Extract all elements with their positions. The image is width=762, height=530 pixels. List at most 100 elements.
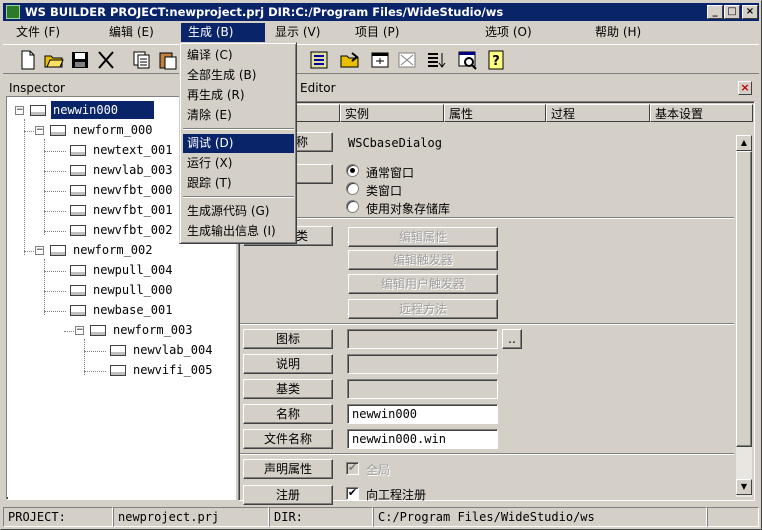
svg-text:?: ? xyxy=(492,54,500,69)
minimize-button[interactable]: _ xyxy=(707,5,723,19)
copy-icon[interactable] xyxy=(131,49,153,71)
button-node-icon xyxy=(70,185,86,196)
preview-icon[interactable] xyxy=(457,49,479,71)
edit-triggers-button[interactable]: 编辑触发器 xyxy=(348,250,498,270)
help-icon[interactable]: ? xyxy=(485,49,507,71)
form-node-icon xyxy=(90,325,106,336)
title-bar: WS BUILDER PROJECT:newproject.prj DIR:C:… xyxy=(3,3,759,21)
menu-project[interactable]: 项目 (P) xyxy=(348,23,406,42)
collapse-toggle[interactable]: − xyxy=(75,326,84,335)
gear-settings-icon[interactable] xyxy=(308,49,330,71)
menu-options[interactable]: 选项 (O) xyxy=(478,23,539,42)
scroll-up-icon[interactable]: ▲ xyxy=(736,135,752,151)
input-node-icon xyxy=(110,365,126,376)
status-project-label: PROJECT: xyxy=(3,507,113,527)
tab-instance[interactable]: 实例 xyxy=(340,104,444,122)
scroll-thumb[interactable] xyxy=(736,151,752,447)
window-add-icon[interactable] xyxy=(369,49,391,71)
tree-node-newtext_001[interactable]: newtext_001 xyxy=(93,141,172,159)
edit-user-triggers-button[interactable]: 编辑用户触发器 xyxy=(348,274,498,294)
menu-help[interactable]: 帮助 (H) xyxy=(588,23,648,42)
new-file-icon[interactable] xyxy=(17,49,39,71)
status-extra xyxy=(707,507,759,527)
toolbar: ? xyxy=(3,44,759,74)
register-project-checkbox[interactable]: ✔ xyxy=(346,487,359,500)
cut-icon[interactable] xyxy=(95,49,117,71)
filename-label-button[interactable]: 文件名称 xyxy=(243,429,333,449)
status-dir-value: C:/Program Files/WideStudio/ws xyxy=(373,507,707,527)
register-project-label: 向工程注册 xyxy=(366,488,427,502)
text-node-icon xyxy=(70,145,86,156)
menu-item-compile[interactable]: 编译 (C) xyxy=(183,46,294,65)
base-class-field[interactable] xyxy=(347,379,498,399)
label-node-icon xyxy=(70,165,86,176)
edit-attributes-button[interactable]: 编辑属性 xyxy=(348,227,498,247)
inspector-title: Inspector xyxy=(9,81,65,95)
save-icon[interactable] xyxy=(69,49,91,71)
open-folder-icon[interactable] xyxy=(43,49,65,71)
menu-item-run[interactable]: 运行 (X) xyxy=(183,154,294,173)
tree-node-newvlab_003[interactable]: newvlab_003 xyxy=(93,161,172,179)
radio-normal-window[interactable] xyxy=(346,164,359,177)
collapse-toggle[interactable]: − xyxy=(35,126,44,135)
close-button[interactable]: × xyxy=(742,5,758,19)
maximize-button[interactable]: □ xyxy=(724,5,740,19)
declare-attributes-button[interactable]: 声明属性 xyxy=(243,459,333,479)
tree-node-newvifi_005[interactable]: newvifi_005 xyxy=(133,361,212,379)
tree-node-newform_002[interactable]: newform_002 xyxy=(73,241,152,259)
menu-item-clean[interactable]: 清除 (E) xyxy=(183,106,294,125)
tree-node-newbase_001[interactable]: newbase_001 xyxy=(93,301,172,319)
filename-field[interactable]: newwin000.win xyxy=(347,429,498,449)
list-sort-icon[interactable] xyxy=(425,49,447,71)
tree-node-newvlab_004[interactable]: newvlab_004 xyxy=(133,341,212,359)
description-field[interactable] xyxy=(347,354,498,374)
description-label-button[interactable]: 说明 xyxy=(243,354,333,374)
radio-object-repository[interactable] xyxy=(346,200,359,213)
menu-item-debug[interactable]: 调试 (D) xyxy=(183,134,294,153)
tree-node-newvfbt_002[interactable]: newvfbt_002 xyxy=(93,221,172,239)
icon-label-button[interactable]: 图标 xyxy=(243,329,333,349)
collapse-toggle[interactable]: − xyxy=(35,246,44,255)
button-node-icon xyxy=(70,205,86,216)
tree-node-newform_000[interactable]: newform_000 xyxy=(73,121,152,139)
register-button[interactable]: 注册 xyxy=(243,485,333,505)
menu-file[interactable]: 文件 (F) xyxy=(9,23,67,42)
icon-field[interactable] xyxy=(347,329,498,349)
tree-node-newvfbt_001[interactable]: newvfbt_001 xyxy=(93,201,172,219)
menu-item-trace[interactable]: 跟踪 (T) xyxy=(183,174,294,193)
tree-node-newwin000[interactable]: newwin000 xyxy=(51,101,154,119)
radio-class-window[interactable] xyxy=(346,182,359,195)
menu-build[interactable]: 生成 (B) xyxy=(181,23,265,42)
menu-edit[interactable]: 编辑 (E) xyxy=(102,23,161,42)
name-label-button[interactable]: 名称 xyxy=(243,404,333,424)
paste-icon[interactable] xyxy=(157,49,179,71)
form-node-icon xyxy=(50,245,66,256)
label-node-icon xyxy=(110,345,126,356)
window-node-icon xyxy=(30,105,46,116)
tab-basic-settings[interactable]: 基本设置 xyxy=(650,104,753,122)
menu-item-build-all[interactable]: 全部生成 (B) xyxy=(183,66,294,85)
browse-button[interactable]: .. xyxy=(502,329,522,349)
tree-node-newpull_000[interactable]: newpull_000 xyxy=(93,281,172,299)
tab-procedure[interactable]: 过程 xyxy=(546,104,650,122)
tree-node-newform_003[interactable]: newform_003 xyxy=(113,321,192,339)
button-node-icon xyxy=(70,225,86,236)
folder-arrow-icon[interactable] xyxy=(339,49,361,71)
collapse-toggle[interactable]: − xyxy=(15,106,24,115)
window-remove-icon[interactable] xyxy=(396,49,418,71)
radio-normal-window-label: 通常窗口 xyxy=(366,166,415,180)
menu-item-generate-source[interactable]: 生成源代码 (G) xyxy=(183,202,294,221)
name-field[interactable]: newwin000 xyxy=(347,404,498,424)
base-class-label-button[interactable]: 基类 xyxy=(243,379,333,399)
editor-title: Editor xyxy=(300,81,336,95)
editor-close-icon[interactable]: × xyxy=(738,81,752,95)
global-checkbox[interactable]: ✔ xyxy=(346,462,359,475)
tab-attributes[interactable]: 属性 xyxy=(444,104,546,122)
tree-node-newpull_004[interactable]: newpull_004 xyxy=(93,261,172,279)
scroll-down-icon[interactable]: ▼ xyxy=(736,479,752,495)
menu-item-rebuild[interactable]: 再生成 (R) xyxy=(183,86,294,105)
remote-methods-button[interactable]: 远程方法 xyxy=(348,299,498,319)
menu-view[interactable]: 显示 (V) xyxy=(268,23,327,42)
menu-item-generate-output[interactable]: 生成输出信息 (I) xyxy=(183,222,294,241)
tree-node-newvfbt_000[interactable]: newvfbt_000 xyxy=(93,181,172,199)
